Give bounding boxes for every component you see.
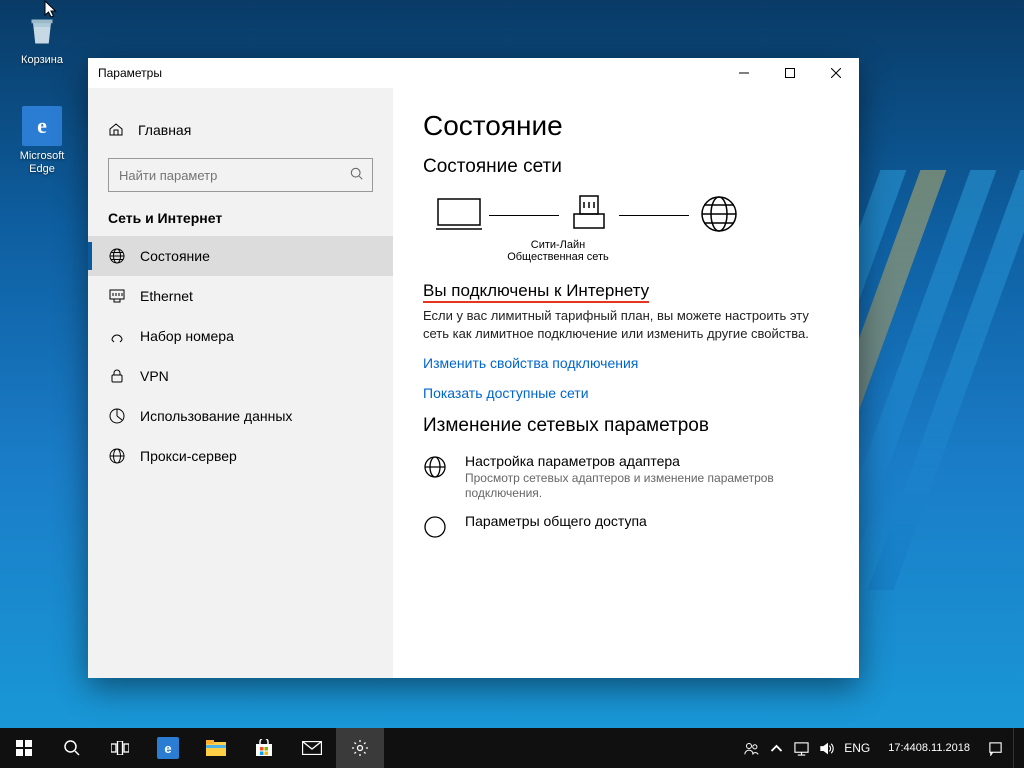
option-sharing-settings[interactable]: Параметры общего доступа — [423, 513, 831, 542]
section-network-status: Состояние сети — [423, 156, 831, 178]
tray-people-icon[interactable] — [744, 728, 759, 768]
network-diagram — [429, 194, 831, 237]
sidebar-item-dialup[interactable]: Набор номера — [88, 316, 393, 356]
content-area: Состояние Состояние сети Си — [393, 88, 859, 678]
option-adapter-settings[interactable]: Настройка параметров адаптера Просмотр с… — [423, 453, 831, 501]
home-label: Главная — [138, 122, 191, 138]
search-input[interactable] — [117, 167, 350, 184]
taskbar-app-file-explorer[interactable] — [192, 728, 240, 768]
desktop: Корзина e Microsoft Edge Параметры — [0, 0, 1024, 768]
network-diagram-labels: Сити-Лайн Общественная сеть — [393, 239, 723, 263]
network-name: Сити-Лайн — [393, 239, 723, 251]
link-show-available-networks[interactable]: Показать доступные сети — [423, 385, 831, 401]
desktop-icon-edge[interactable]: e Microsoft Edge — [6, 106, 78, 176]
option-desc: Просмотр сетевых адаптеров и изменение п… — [465, 471, 831, 501]
sidebar-item-label: Ethernet — [140, 288, 193, 304]
desktop-icon-label: Корзина — [6, 54, 78, 67]
edge-icon: e — [22, 106, 62, 146]
tray-network-icon[interactable] — [794, 728, 809, 768]
task-view-button[interactable] — [96, 728, 144, 768]
data-usage-icon — [108, 408, 126, 424]
tray-notifications-icon[interactable] — [988, 728, 1003, 768]
connected-description: Если у вас лимитный тарифный план, вы мо… — [423, 307, 818, 343]
tray-clock[interactable]: 17:44 08.11.2018 — [880, 728, 978, 768]
window-title: Параметры — [98, 66, 162, 80]
pc-icon — [429, 197, 489, 234]
desktop-icon-label: Microsoft Edge — [6, 150, 78, 176]
start-button[interactable] — [0, 728, 48, 768]
sidebar-item-ethernet[interactable]: Ethernet — [88, 276, 393, 316]
connected-heading: Вы подключены к Интернету — [423, 281, 831, 303]
ethernet-icon — [108, 288, 126, 304]
network-type: Общественная сеть — [393, 251, 723, 263]
taskbar-app-mail[interactable] — [288, 728, 336, 768]
dialup-icon — [108, 328, 126, 344]
tray-time: 17:44 — [888, 742, 916, 755]
sidebar-item-status[interactable]: Состояние — [88, 236, 393, 276]
sidebar-item-data-usage[interactable]: Использование данных — [88, 396, 393, 436]
tray-date: 08.11.2018 — [916, 742, 970, 755]
sidebar-section-title: Сеть и Интернет — [88, 210, 393, 236]
show-desktop-button[interactable] — [1013, 728, 1020, 768]
sidebar: Главная Сеть и Интернет Состояние — [88, 88, 393, 678]
taskbar-app-settings[interactable] — [336, 728, 384, 768]
minimize-button[interactable] — [721, 58, 767, 88]
system-tray: ENG 17:44 08.11.2018 — [734, 728, 1024, 768]
sidebar-item-label: Набор номера — [140, 328, 234, 344]
tray-language[interactable]: ENG — [844, 728, 870, 768]
sidebar-item-label: Прокси-сервер — [140, 448, 237, 464]
home-icon — [108, 121, 124, 140]
sidebar-item-label: Использование данных — [140, 408, 292, 424]
globe-internet-icon — [689, 195, 749, 236]
section-change-settings: Изменение сетевых параметров — [423, 415, 831, 437]
tray-volume-icon[interactable] — [819, 728, 834, 768]
globe-grid-icon — [108, 248, 126, 264]
mouse-cursor — [44, 0, 60, 20]
taskbar-app-store[interactable] — [240, 728, 288, 768]
link-change-connection-properties[interactable]: Изменить свойства подключения — [423, 355, 831, 371]
sharing-icon — [423, 513, 449, 542]
option-title: Параметры общего доступа — [465, 513, 647, 529]
sidebar-item-vpn[interactable]: VPN — [88, 356, 393, 396]
tray-chevron-up-icon[interactable] — [769, 728, 784, 768]
sidebar-item-label: Состояние — [140, 248, 210, 264]
vpn-icon — [108, 368, 126, 384]
search-icon — [350, 167, 364, 184]
page-title: Состояние — [423, 110, 831, 142]
option-title: Настройка параметров адаптера — [465, 453, 831, 469]
maximize-button[interactable] — [767, 58, 813, 88]
sidebar-item-proxy[interactable]: Прокси-сервер — [88, 436, 393, 476]
adapter-icon — [423, 453, 449, 501]
home-button[interactable]: Главная — [88, 112, 393, 148]
close-button[interactable] — [813, 58, 859, 88]
settings-window: Параметры Главная — [88, 58, 859, 678]
taskbar-app-edge[interactable]: e — [144, 728, 192, 768]
titlebar[interactable]: Параметры — [88, 58, 859, 88]
globe-icon — [108, 448, 126, 464]
search-box[interactable] — [108, 158, 373, 192]
desktop-icon-recycle-bin[interactable]: Корзина — [6, 10, 78, 67]
search-button[interactable] — [48, 728, 96, 768]
sidebar-item-label: VPN — [140, 368, 169, 384]
taskbar: e ENG — [0, 728, 1024, 768]
router-icon — [559, 194, 619, 237]
